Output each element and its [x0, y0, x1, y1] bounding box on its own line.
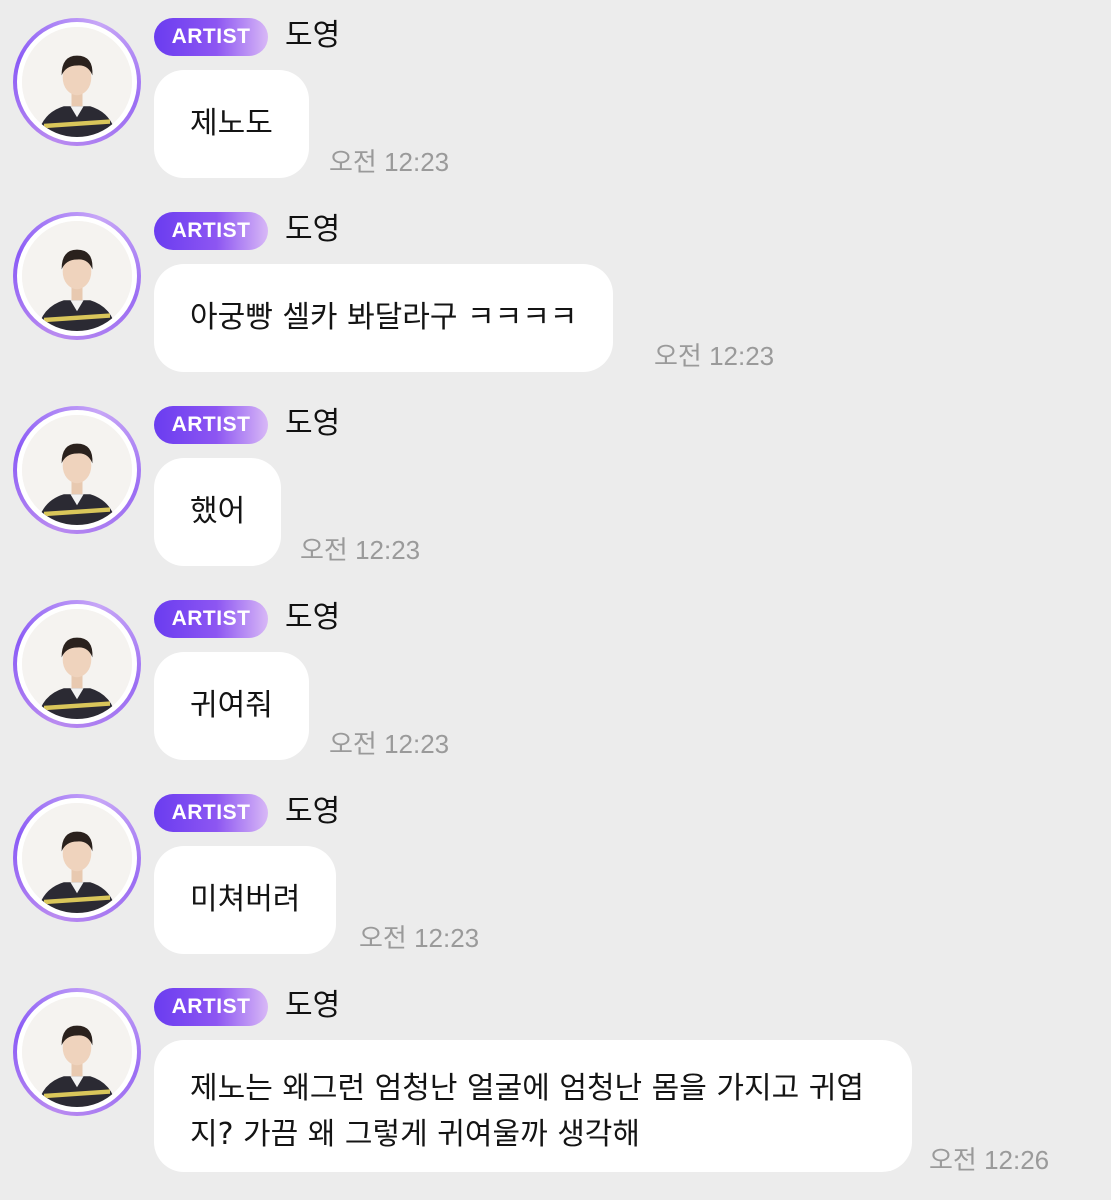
avatar-portrait-icon	[22, 609, 132, 719]
message-timestamp: 오전 12:23	[654, 341, 775, 371]
message-bubble[interactable]: 귀여줘	[154, 652, 309, 760]
sender-name: 도영	[285, 600, 341, 635]
artist-avatar-image	[22, 997, 132, 1107]
artist-badge: ARTIST	[154, 600, 268, 638]
message-bubble[interactable]: 했어	[154, 458, 282, 566]
message-timestamp: 오전 12:23	[329, 729, 450, 759]
artist-badge: ARTIST	[154, 18, 268, 56]
artist-badge: ARTIST	[154, 794, 268, 832]
avatar[interactable]	[13, 988, 141, 1116]
message-bubble[interactable]: 아궁빵 셀카 봐달라구 ㅋㅋㅋㅋ	[154, 264, 614, 372]
message-timestamp: 오전 12:23	[329, 147, 450, 177]
artist-avatar-image	[22, 803, 132, 913]
avatar[interactable]	[13, 600, 141, 728]
sender-name: 도영	[285, 988, 341, 1023]
message-bubble[interactable]: 미쳐버려	[154, 846, 337, 954]
artist-badge: ARTIST	[154, 988, 268, 1026]
sender-name: 도영	[285, 18, 341, 53]
message-timestamp: 오전 12:23	[300, 535, 421, 565]
message-timestamp: 오전 12:23	[359, 923, 480, 953]
artist-avatar-image	[22, 221, 132, 331]
artist-badge: ARTIST	[154, 406, 268, 444]
message-timestamp: 오전 12:26	[929, 1145, 1050, 1175]
artist-avatar-image	[22, 27, 132, 137]
avatar-portrait-icon	[22, 27, 132, 137]
sender-name: 도영	[285, 212, 341, 247]
avatar[interactable]	[13, 794, 141, 922]
avatar[interactable]	[13, 18, 141, 146]
avatar[interactable]	[13, 406, 141, 534]
sender-name: 도영	[285, 406, 341, 441]
avatar[interactable]	[13, 212, 141, 340]
artist-avatar-image	[22, 609, 132, 719]
avatar-portrait-icon	[22, 803, 132, 913]
artist-avatar-image	[22, 415, 132, 525]
sender-name: 도영	[285, 794, 341, 829]
avatar-portrait-icon	[22, 997, 132, 1107]
artist-badge: ARTIST	[154, 212, 268, 250]
avatar-portrait-icon	[22, 221, 132, 331]
message-bubble[interactable]: 제노도	[154, 70, 309, 178]
message-bubble[interactable]: 제노는 왜그런 엄청난 얼굴에 엄청난 몸을 가지고 귀엽지? 가끔 왜 그렇게…	[154, 1040, 912, 1172]
avatar-portrait-icon	[22, 415, 132, 525]
